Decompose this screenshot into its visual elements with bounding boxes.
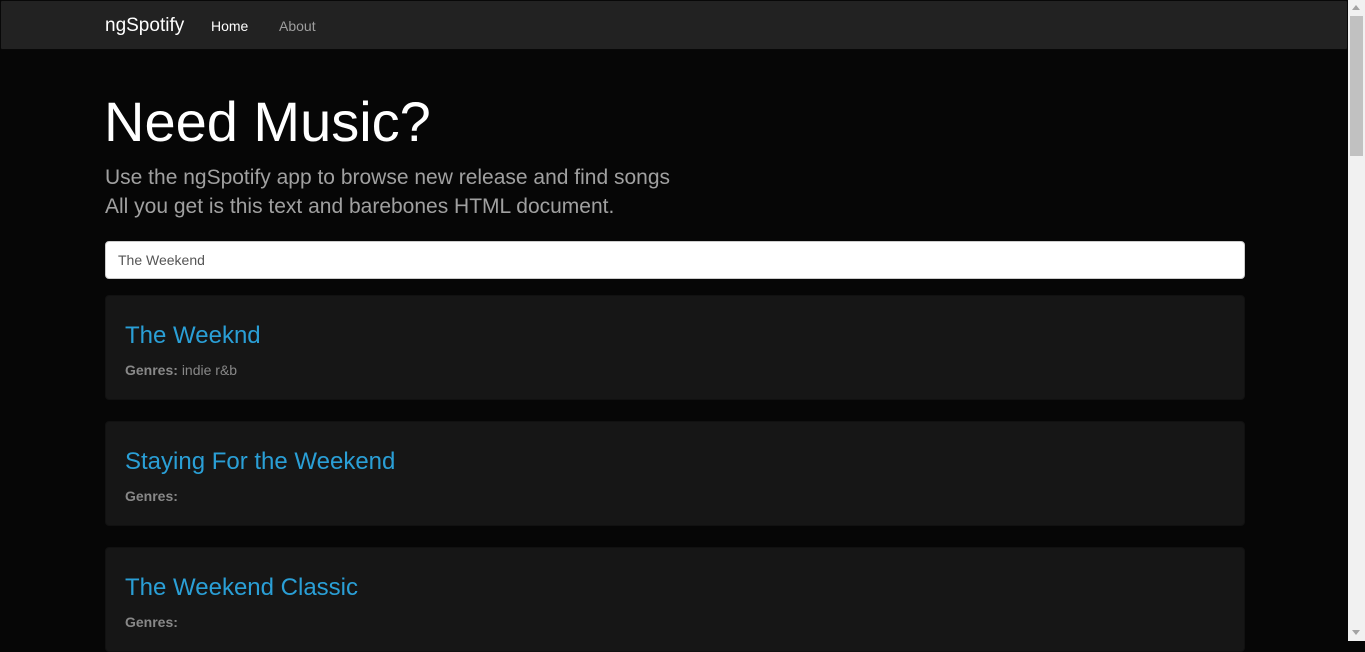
result-genres: Genres: indie r&b (125, 362, 237, 378)
scroll-up-arrow-icon[interactable] (1352, 5, 1360, 10)
genres-label: Genres: (125, 488, 178, 504)
nav-home-link[interactable]: Home (211, 18, 248, 34)
result-artist-link[interactable]: The Weeknd (125, 322, 261, 350)
result-genres: Genres: (125, 614, 178, 630)
genres-label: Genres: (125, 362, 178, 378)
page-title: Need Music? (104, 90, 431, 153)
scrollbar-thumb[interactable] (1350, 16, 1363, 156)
result-card: The Weekend Classic Genres: (105, 547, 1245, 652)
vertical-scrollbar[interactable] (1348, 0, 1365, 641)
scroll-down-arrow-icon[interactable] (1352, 630, 1360, 635)
brand-logo-link[interactable]: ngSpotify (105, 15, 184, 37)
hero-description-line-1: Use the ngSpotify app to browse new rele… (105, 166, 671, 189)
result-artist-link[interactable]: The Weekend Classic (125, 574, 358, 602)
result-genres: Genres: (125, 488, 178, 504)
search-input[interactable] (105, 241, 1245, 279)
genres-value: indie r&b (181, 362, 238, 378)
navbar: ngSpotify Home About (0, 0, 1348, 50)
genres-label: Genres: (125, 614, 178, 630)
result-artist-link[interactable]: Staying For the Weekend (125, 448, 395, 476)
result-card: The Weeknd Genres: indie r&b (105, 295, 1245, 400)
hero-description-line-2: All you get is this text and barebones H… (105, 195, 615, 218)
result-card: Staying For the Weekend Genres: (105, 421, 1245, 526)
nav-about-link[interactable]: About (279, 18, 316, 34)
